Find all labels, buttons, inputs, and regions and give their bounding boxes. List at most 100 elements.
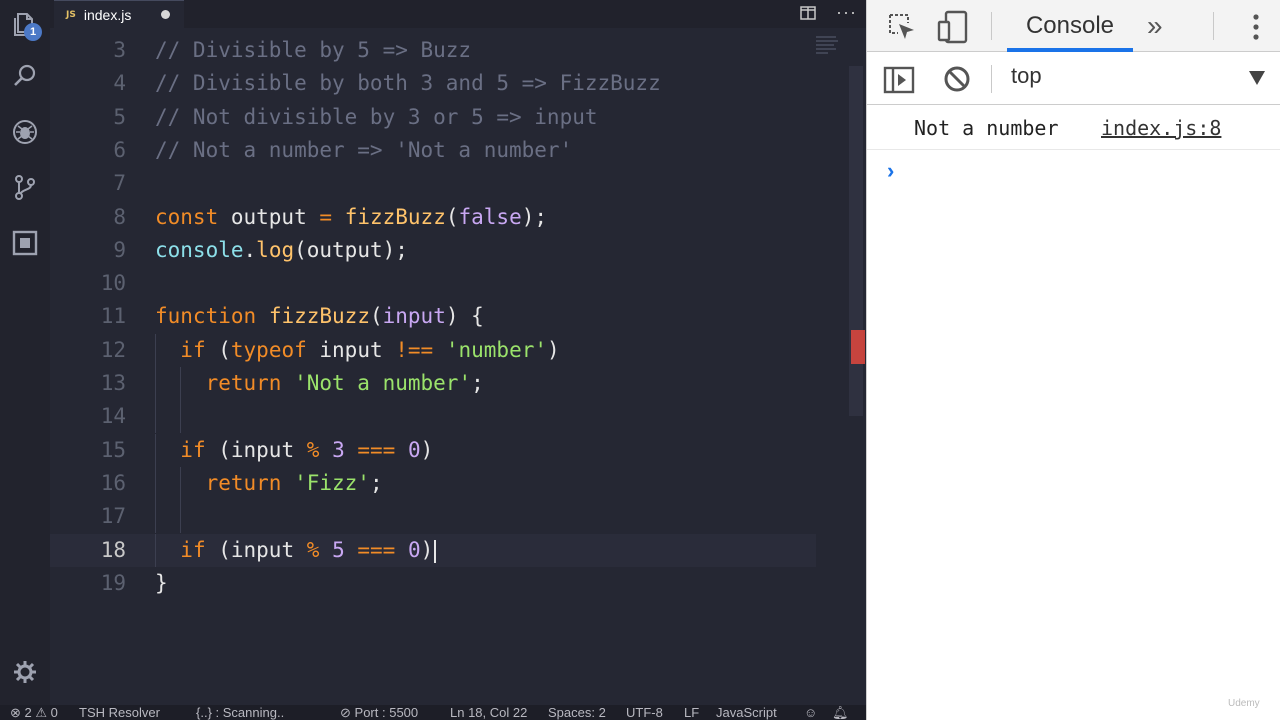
warning-count: 0 [50, 705, 58, 720]
debug-bug-icon[interactable] [10, 117, 40, 147]
code-token: . [243, 237, 257, 262]
code-line[interactable]: 3 // Divisible by 5 => Buzz [50, 34, 850, 67]
devtools-panel: Console » top Not a number index.js:8 › [866, 0, 1280, 720]
code-token: ( [369, 304, 383, 329]
status-bar: ⊗ 2 ⚠ 0 TSH Resolver {..} : Scanning.. ⊘… [0, 705, 866, 720]
more-actions-icon[interactable]: ··· [836, 2, 857, 23]
code-line[interactable]: 7 [50, 167, 850, 200]
feedback-smiley-icon[interactable]: ☺ [804, 705, 817, 720]
status-encoding[interactable]: UTF-8 [626, 705, 663, 720]
editor-tab-bar: JS index.js ··· [50, 0, 866, 28]
activity-bar: 1 [0, 0, 50, 705]
code-token: 'number' [445, 337, 548, 362]
text-cursor [434, 539, 436, 563]
problems-indicator[interactable]: ⊗ 2 ⚠ 0 [10, 705, 58, 720]
line-number: 6 [113, 137, 126, 162]
line-number: 12 [100, 337, 126, 362]
execution-context-select[interactable]: top [1011, 63, 1042, 89]
indent-guide [155, 500, 156, 534]
code-line[interactable]: 4 // Divisible by both 3 and 5 => FizzBuz… [50, 67, 850, 100]
inspect-element-icon[interactable] [887, 12, 917, 42]
code-line[interactable]: 12 if (typeof input !== 'number') [50, 333, 850, 367]
code-token: console [155, 237, 244, 262]
extensions-icon[interactable] [10, 228, 40, 258]
code-token: (input [205, 537, 307, 562]
code-token: 'Not a number' [294, 371, 472, 395]
settings-gear-icon[interactable] [10, 657, 40, 687]
code-token: === [357, 537, 396, 562]
tab-index-js[interactable]: JS index.js [54, 0, 184, 28]
code-line[interactable]: 8 const output = fizzBuzz(false); [50, 201, 850, 234]
code-line[interactable]: 18 if (input % 5 === 0) [50, 533, 816, 567]
code-token: ; [471, 371, 484, 395]
status-language[interactable]: JavaScript [716, 705, 777, 720]
status-resolver[interactable]: TSH Resolver [79, 705, 160, 720]
tab-label: index.js [83, 6, 132, 23]
code-line[interactable]: 13 return 'Not a number'; [50, 367, 850, 400]
line-number: 5 [113, 104, 126, 129]
code-line[interactable]: 9 console.log(output); [50, 234, 850, 267]
code-line[interactable]: 11 function fizzBuzz(input) { [50, 300, 850, 333]
console-message: Not a number index.js:8 [867, 106, 1280, 150]
code-token: === [357, 437, 396, 462]
code-text: return 'Fizz'; [155, 467, 383, 500]
code-line[interactable]: 17 [50, 500, 850, 534]
code-token: ( [205, 337, 231, 362]
notifications-bell-icon[interactable]: 🔔︎ [832, 705, 849, 720]
code-area[interactable]: 3 // Divisible by 5 => Buzz 4 // Divisible … [50, 34, 850, 674]
error-count: 2 [24, 705, 32, 720]
code-line[interactable]: 15 if (input % 3 === 0) [50, 433, 850, 467]
code-text: // Divisible by 5 => Buzz [155, 34, 471, 67]
search-icon[interactable] [10, 61, 40, 91]
code-editor[interactable]: 1 JS index.js ··· 3 // Divisible by 5 => … [0, 0, 866, 720]
code-text: // Divisible by both 3 and 5 => FizzBuzz [155, 67, 661, 100]
code-line[interactable]: 5 // Not divisible by 3 or 5 => input [50, 101, 850, 134]
code-line[interactable]: 16 return 'Fizz'; [50, 466, 850, 500]
more-tabs-chevron-icon[interactable]: » [1147, 10, 1163, 42]
tab-console[interactable]: Console [1007, 0, 1133, 52]
line-number: 11 [100, 304, 126, 329]
code-token: ) { [445, 304, 484, 329]
code-token: // Divisible by both 3 and 5 => FizzBuzz [155, 71, 661, 96]
code-text: if (input % 3 === 0) [155, 434, 433, 467]
code-token: } [155, 570, 168, 595]
code-line[interactable]: 6 // Not a number => 'Not a number' [50, 134, 850, 167]
console-filter-bar: top [867, 53, 1280, 105]
device-toolbar-icon[interactable] [937, 10, 969, 44]
source-control-icon[interactable] [10, 172, 40, 202]
clear-console-icon[interactable] [943, 65, 971, 93]
code-token: ) [547, 337, 560, 362]
code-token: // Divisible by 5 => Buzz [155, 38, 472, 62]
status-cursor-position[interactable]: Ln 18, Col 22 [450, 705, 527, 720]
watermark: Udemy [1228, 698, 1260, 709]
unsaved-dot-icon[interactable] [161, 10, 170, 19]
console-sidebar-toggle-icon[interactable] [883, 66, 915, 94]
minimap[interactable] [815, 34, 839, 58]
code-line[interactable]: 10 [50, 267, 850, 300]
line-number: 8 [113, 204, 126, 229]
code-token: 0 [407, 437, 421, 462]
split-editor-icon[interactable] [800, 6, 816, 20]
status-indentation[interactable]: Spaces: 2 [548, 705, 606, 720]
code-token: return [205, 371, 282, 395]
code-token: typeof [230, 337, 307, 362]
dropdown-arrow-icon[interactable] [1249, 71, 1265, 85]
status-port[interactable]: ⊘ Port : 5500 [340, 705, 418, 720]
console-prompt-chevron-icon[interactable]: › [887, 158, 894, 184]
console-message-source-link[interactable]: index.js:8 [1101, 116, 1221, 140]
code-text: if (typeof input !== 'number') [155, 334, 560, 367]
kebab-menu-icon[interactable] [1251, 12, 1261, 42]
code-line[interactable]: 19} [50, 567, 850, 600]
indent-guide [180, 500, 182, 534]
status-eol[interactable]: LF [684, 705, 699, 720]
code-token: log [256, 237, 295, 262]
code-line[interactable]: 14 [50, 400, 850, 434]
code-token: false [458, 204, 522, 229]
line-number: 16 [100, 470, 126, 495]
status-scanning[interactable]: {..} : Scanning.. [196, 705, 284, 720]
